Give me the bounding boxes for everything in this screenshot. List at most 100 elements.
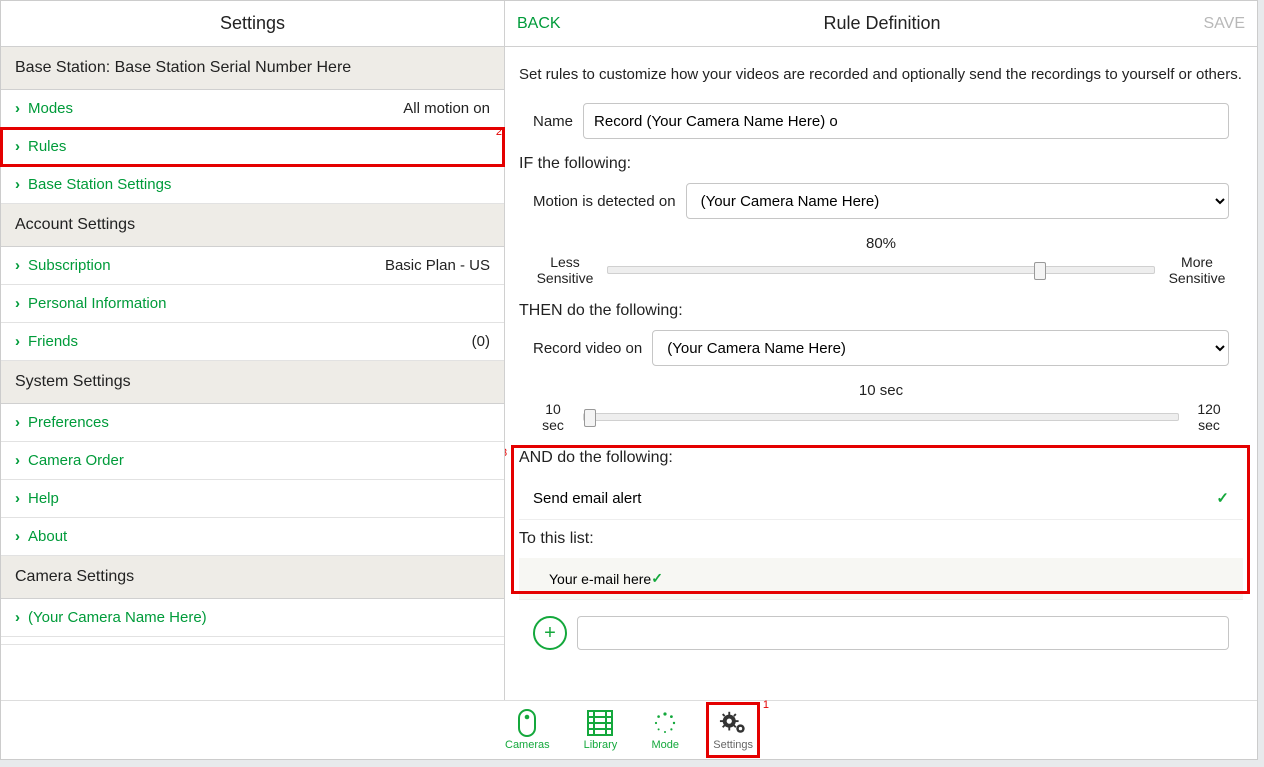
- chevron-right-icon: ›: [15, 490, 20, 507]
- and-section: 3 AND do the following: Send email alert…: [519, 449, 1243, 600]
- slider-thumb[interactable]: [1034, 262, 1046, 280]
- name-label: Name: [533, 113, 573, 130]
- intro-text: Set rules to customize how your videos a…: [519, 65, 1243, 85]
- back-button[interactable]: BACK: [517, 15, 561, 33]
- sidebar-item-base-station-settings[interactable]: › Base Station Settings: [1, 166, 504, 204]
- save-button[interactable]: SAVE: [1204, 15, 1246, 33]
- plus-icon: +: [544, 622, 556, 645]
- slider-thumb[interactable]: [584, 409, 596, 427]
- sidebar-item-label: Subscription: [28, 257, 111, 274]
- duration-slider-block: 10 sec 10 sec 120 sec: [519, 382, 1243, 443]
- sidebar-item-label: About: [28, 528, 67, 545]
- sidebar-item-label: Personal Information: [28, 295, 166, 312]
- chevron-right-icon: ›: [15, 138, 20, 155]
- panel-header: BACK Rule Definition SAVE: [505, 1, 1257, 47]
- record-camera-select[interactable]: (Your Camera Name Here): [652, 330, 1229, 366]
- nav-library[interactable]: Library: [584, 709, 618, 751]
- chevron-right-icon: ›: [15, 452, 20, 469]
- sidebar-item-preferences[interactable]: › Preferences: [1, 404, 504, 442]
- sidebar-item-personal-info[interactable]: › Personal Information: [1, 285, 504, 323]
- sidebar-item-label: Rules: [28, 138, 66, 155]
- and-section-title: AND do the following:: [519, 449, 1243, 467]
- chevron-right-icon: ›: [15, 257, 20, 274]
- sidebar-item-trail: Basic Plan - US: [385, 257, 490, 274]
- annotation-number: 1: [763, 699, 769, 711]
- gear-icon: [719, 709, 747, 737]
- spinner-icon: [651, 709, 679, 737]
- sidebar-item-trail: (0): [472, 333, 490, 350]
- nav-mode[interactable]: Mode: [651, 709, 679, 751]
- nav-settings[interactable]: Settings 1: [713, 709, 753, 751]
- record-label: Record video on: [533, 340, 642, 357]
- sensitivity-min-label: Less Sensitive: [533, 254, 597, 286]
- nav-cameras[interactable]: Cameras: [505, 709, 550, 751]
- duration-max-label: 120 sec: [1189, 401, 1229, 433]
- if-section-title: IF the following:: [519, 155, 1243, 173]
- panel-title: Rule Definition: [561, 13, 1204, 34]
- sidebar-item-trail: All motion on: [403, 100, 490, 117]
- sidebar-item-friends[interactable]: › Friends (0): [1, 323, 504, 361]
- section-camera-settings: Camera Settings: [1, 556, 504, 599]
- chevron-right-icon: ›: [15, 528, 20, 545]
- rule-name-input[interactable]: [583, 103, 1229, 139]
- motion-label: Motion is detected on: [533, 193, 676, 210]
- name-row: Name: [519, 103, 1243, 139]
- nav-label: Library: [584, 739, 618, 751]
- sensitivity-max-label: More Sensitive: [1165, 254, 1229, 286]
- film-icon: [586, 709, 614, 737]
- duration-value: 10 sec: [533, 382, 1229, 399]
- nav-label: Mode: [651, 739, 679, 751]
- sidebar-item-label: Camera Order: [28, 452, 124, 469]
- camera-icon: [513, 709, 541, 737]
- add-email-input[interactable]: [577, 616, 1229, 650]
- chevron-right-icon: ›: [15, 609, 20, 626]
- panel-scroll-area[interactable]: Set rules to customize how your videos a…: [505, 47, 1257, 700]
- email-list-item[interactable]: Your e-mail here ✓: [519, 558, 1243, 600]
- sidebar-item-camera-order[interactable]: › Camera Order: [1, 442, 504, 480]
- sidebar-header: Settings: [1, 1, 504, 47]
- sidebar-item-label: Preferences: [28, 414, 109, 431]
- email-entry-text: Your e-mail here: [549, 571, 651, 587]
- main-split: Settings Base Station: Base Station Seri…: [1, 1, 1257, 701]
- sidebar-item-label: Modes: [28, 100, 73, 117]
- motion-camera-select[interactable]: (Your Camera Name Here): [686, 183, 1229, 219]
- motion-row: Motion is detected on (Your Camera Name …: [519, 183, 1243, 219]
- record-row: Record video on (Your Camera Name Here): [519, 330, 1243, 366]
- annotation-number: 3: [505, 447, 507, 459]
- sensitivity-slider-block: 80% Less Sensitive More Sensitive: [519, 235, 1243, 296]
- section-account-settings: Account Settings: [1, 204, 504, 247]
- nav-label: Settings: [713, 739, 753, 751]
- then-section-title: THEN do the following:: [519, 302, 1243, 320]
- chevron-right-icon: ›: [15, 295, 20, 312]
- duration-min-label: 10 sec: [533, 401, 573, 433]
- nav-label: Cameras: [505, 739, 550, 751]
- sidebar-item-about[interactable]: › About: [1, 518, 504, 556]
- email-alert-label: Send email alert: [533, 490, 641, 507]
- sidebar-item-label: Base Station Settings: [28, 176, 171, 193]
- add-email-row: +: [519, 610, 1243, 656]
- sidebar-item-label: (Your Camera Name Here): [28, 609, 207, 626]
- chevron-right-icon: ›: [15, 100, 20, 117]
- chevron-right-icon: ›: [15, 333, 20, 350]
- list-section-title: To this list:: [519, 530, 1243, 548]
- duration-slider[interactable]: [583, 413, 1179, 421]
- sidebar-item-help[interactable]: › Help: [1, 480, 504, 518]
- section-base-station: Base Station: Base Station Serial Number…: [1, 47, 504, 90]
- settings-sidebar: Settings Base Station: Base Station Seri…: [1, 1, 505, 700]
- sidebar-item-modes[interactable]: › Modes All motion on: [1, 90, 504, 128]
- chevron-right-icon: ›: [15, 414, 20, 431]
- check-icon: ✓: [1216, 489, 1229, 507]
- chevron-right-icon: ›: [15, 176, 20, 193]
- sensitivity-slider[interactable]: [607, 266, 1155, 274]
- sidebar-item-subscription[interactable]: › Subscription Basic Plan - US: [1, 247, 504, 285]
- sidebar-item-camera[interactable]: › (Your Camera Name Here): [1, 599, 504, 637]
- check-icon: ✓: [651, 570, 663, 587]
- annotation-number: 2: [496, 126, 502, 138]
- sensitivity-value: 80%: [533, 235, 1229, 252]
- rule-definition-panel: BACK Rule Definition SAVE Set rules to c…: [505, 1, 1257, 700]
- add-email-button[interactable]: +: [533, 616, 567, 650]
- app-window: Settings Base Station: Base Station Seri…: [0, 0, 1258, 760]
- email-alert-row[interactable]: Send email alert ✓: [519, 477, 1243, 520]
- bottom-nav: Cameras Library Mode: [1, 701, 1257, 759]
- sidebar-item-rules[interactable]: › Rules 2: [1, 128, 504, 166]
